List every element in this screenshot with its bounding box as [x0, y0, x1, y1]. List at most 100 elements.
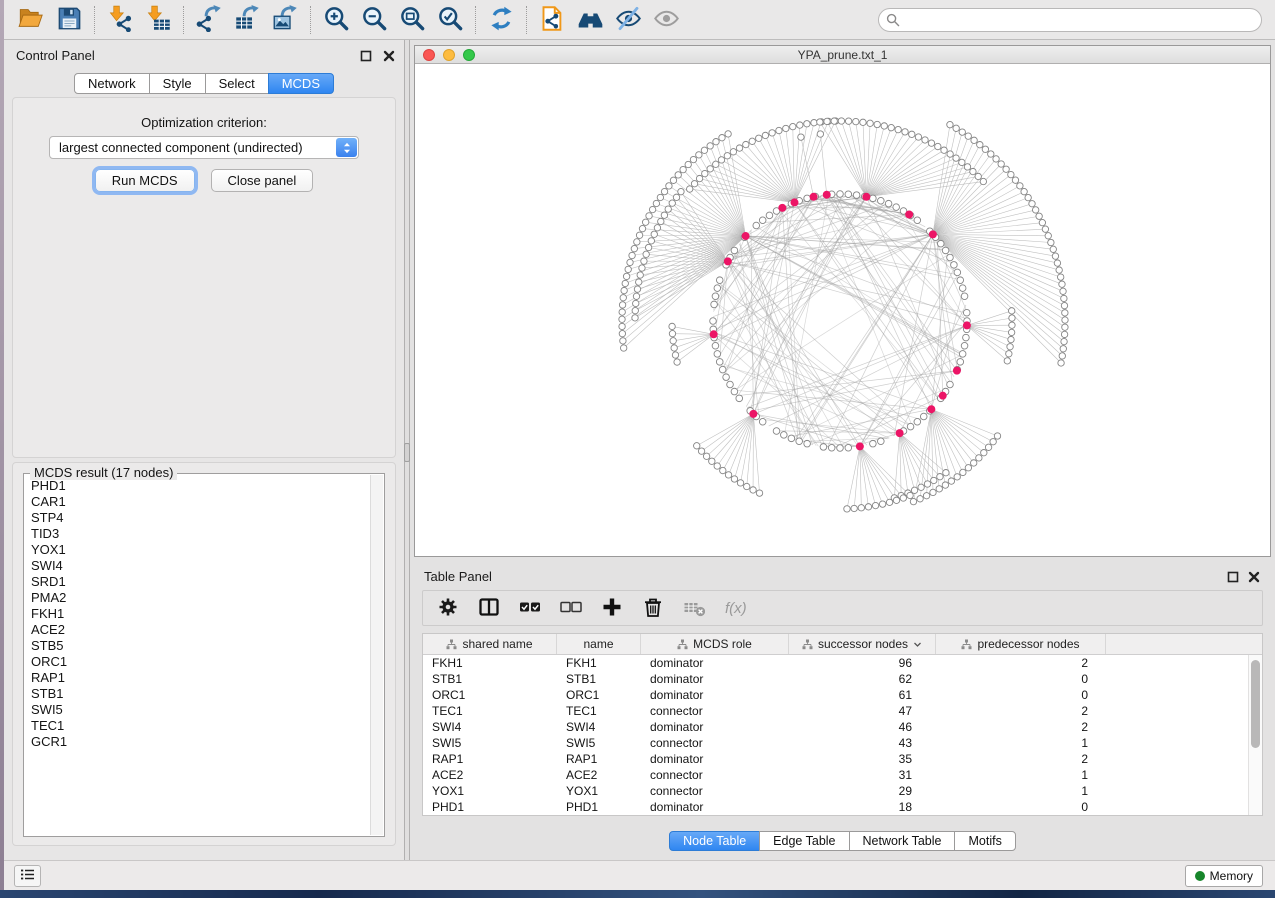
leaf-node[interactable] [1062, 324, 1068, 330]
network-node[interactable] [719, 366, 726, 373]
network-node[interactable] [723, 374, 730, 381]
hide-selected-button[interactable] [609, 3, 647, 37]
leaf-node[interactable] [1061, 295, 1067, 301]
mcds-result-node[interactable]: CAR1 [31, 494, 370, 510]
leaf-node[interactable] [696, 175, 702, 181]
control-panel-close-button[interactable] [383, 49, 397, 63]
mcds-result-node[interactable]: STB1 [31, 686, 370, 702]
leaf-node[interactable] [1008, 308, 1014, 314]
leaf-node[interactable] [965, 133, 971, 139]
leaf-node[interactable] [769, 130, 775, 136]
leaf-node[interactable] [685, 161, 691, 167]
leaf-node[interactable] [867, 120, 873, 126]
network-node[interactable] [731, 388, 738, 395]
leaf-node[interactable] [687, 186, 693, 192]
leaf-node[interactable] [670, 177, 676, 183]
leaf-node[interactable] [719, 135, 725, 141]
leaf-node[interactable] [642, 219, 648, 225]
network-node[interactable] [714, 285, 721, 292]
leaf-node[interactable] [720, 467, 726, 473]
leaf-node[interactable] [783, 125, 789, 131]
network-node[interactable] [942, 247, 949, 254]
zoom-fit-button[interactable] [393, 3, 431, 37]
tab-mcds[interactable]: MCDS [268, 73, 334, 94]
search-input[interactable] [878, 8, 1262, 32]
leaf-node[interactable] [636, 279, 642, 285]
add-column-button[interactable] [599, 595, 625, 621]
network-node[interactable] [828, 444, 835, 451]
tab-select[interactable]: Select [205, 73, 269, 94]
leaf-node[interactable] [918, 484, 924, 490]
network-node[interactable] [963, 334, 970, 341]
zoom-selected-button[interactable] [431, 3, 469, 37]
network-node[interactable] [759, 418, 766, 425]
mcds-node[interactable] [749, 410, 757, 418]
leaf-node[interactable] [743, 141, 749, 147]
leaf-node[interactable] [886, 499, 892, 505]
leaf-node[interactable] [988, 151, 994, 157]
leaf-node[interactable] [935, 143, 941, 149]
leaf-node[interactable] [639, 225, 645, 231]
network-node[interactable] [711, 301, 718, 308]
leaf-node[interactable] [658, 218, 664, 224]
leaf-node[interactable] [981, 449, 987, 455]
leaf-node[interactable] [621, 287, 627, 293]
mcds-result-node[interactable]: SWI5 [31, 702, 370, 718]
network-node[interactable] [870, 440, 877, 447]
network-node[interactable] [845, 444, 852, 451]
network-node[interactable] [954, 269, 961, 276]
mcds-result-node[interactable]: SWI4 [31, 558, 370, 574]
leaf-node[interactable] [941, 147, 947, 153]
leaf-node[interactable] [959, 129, 965, 135]
leaf-node[interactable] [976, 455, 982, 461]
leaf-node[interactable] [670, 338, 676, 344]
leaf-node[interactable] [797, 122, 803, 128]
close-panel-button[interactable]: Close panel [211, 169, 314, 192]
delete-column-button[interactable] [640, 595, 666, 621]
mcds-result-node[interactable]: SRD1 [31, 574, 370, 590]
leaf-node[interactable] [629, 252, 635, 258]
mcds-result-node[interactable]: YOX1 [31, 542, 370, 558]
tab-motifs[interactable]: Motifs [954, 831, 1015, 851]
leaf-node[interactable] [943, 469, 949, 475]
leaf-node[interactable] [1056, 267, 1062, 273]
leaf-node[interactable] [985, 444, 991, 450]
leaf-node[interactable] [811, 119, 817, 125]
mcds-node[interactable] [710, 330, 718, 338]
mcds-result-node[interactable]: TEC1 [31, 718, 370, 734]
leaf-node[interactable] [817, 119, 823, 125]
mcds-node[interactable] [790, 198, 798, 206]
network-node[interactable] [788, 435, 795, 442]
leaf-node[interactable] [980, 178, 986, 184]
leaf-node[interactable] [756, 135, 762, 141]
mcds-node[interactable] [927, 405, 935, 413]
leaf-node[interactable] [634, 239, 640, 245]
leaf-node[interactable] [1048, 239, 1054, 245]
leaf-node[interactable] [649, 206, 655, 212]
mcds-node[interactable] [939, 392, 947, 400]
network-node[interactable] [959, 351, 966, 358]
leaf-node[interactable] [817, 131, 823, 137]
leaf-node[interactable] [909, 131, 915, 137]
leaf-node[interactable] [1060, 288, 1066, 294]
table-row[interactable]: PHD1PHD1dominator180 [423, 799, 1262, 815]
leaf-node[interactable] [959, 159, 965, 165]
column-header-shared-name[interactable]: shared name [423, 634, 557, 654]
leaf-node[interactable] [713, 139, 719, 145]
leaf-node[interactable] [632, 307, 638, 313]
leaf-node[interactable] [907, 492, 913, 498]
zoom-out-button[interactable] [355, 3, 393, 37]
leaf-node[interactable] [893, 497, 899, 503]
refresh-button[interactable] [482, 3, 520, 37]
leaf-node[interactable] [619, 309, 625, 315]
leaf-node[interactable] [975, 173, 981, 179]
leaf-node[interactable] [1006, 351, 1012, 357]
network-node[interactable] [716, 277, 723, 284]
network-node[interactable] [845, 191, 852, 198]
network-node[interactable] [837, 445, 844, 452]
network-canvas[interactable] [415, 64, 1270, 556]
leaf-node[interactable] [930, 489, 936, 495]
mcds-result-node[interactable]: PMA2 [31, 590, 370, 606]
table-panel-float-button[interactable] [1227, 570, 1241, 584]
leaf-node[interactable] [917, 496, 923, 502]
